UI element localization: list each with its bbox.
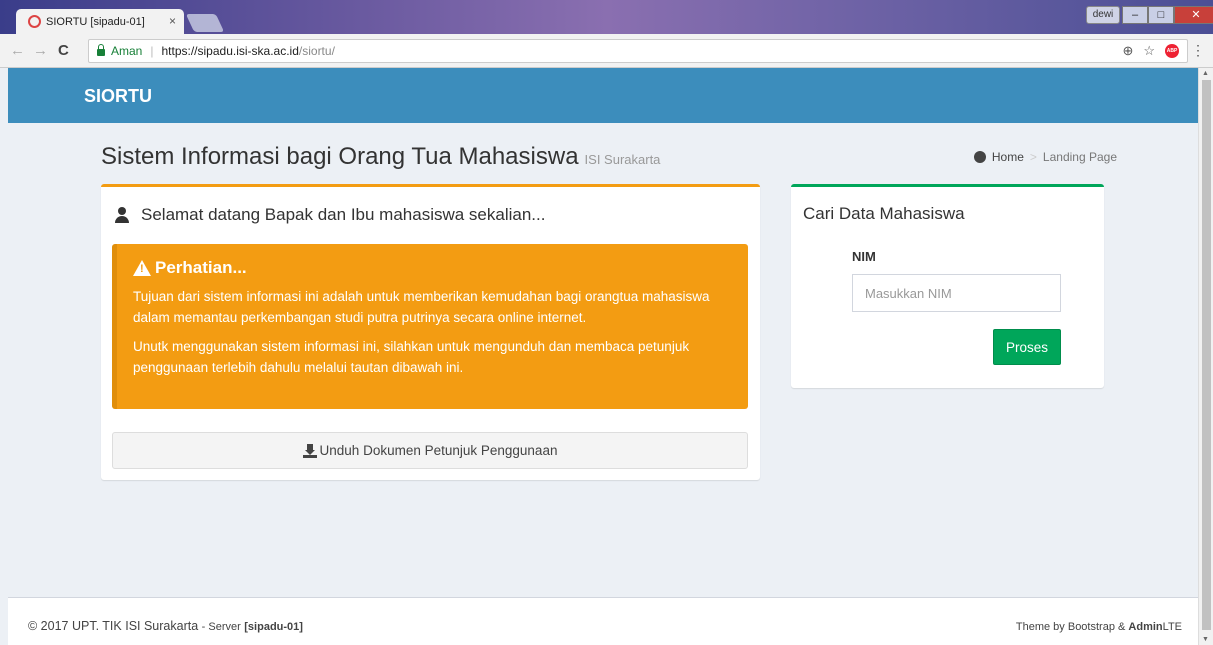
download-icon bbox=[302, 443, 317, 458]
page-subtitle: ISI Surakarta bbox=[584, 152, 661, 167]
theme-lte: LTE bbox=[1162, 621, 1182, 633]
search-box-title: Cari Data Mahasiswa bbox=[803, 204, 965, 223]
footer-copyright: © 2017 UPT. TIK ISI Surakarta - Server [… bbox=[28, 619, 303, 633]
download-guide-label: Unduh Dokumen Petunjuk Penggunaan bbox=[319, 443, 558, 458]
scroll-up-icon[interactable]: ▲ bbox=[1202, 70, 1209, 77]
callout-paragraph-1: Tujuan dari sistem informasi ini adalah … bbox=[133, 289, 710, 325]
breadcrumb-separator: > bbox=[1029, 150, 1037, 164]
zoom-icon[interactable]: ⊕ bbox=[1122, 43, 1133, 59]
bookmark-star-icon[interactable]: ☆ bbox=[1143, 43, 1155, 59]
browser-titlebar: SIORTU [sipadu-01] × dewi – □ ✕ bbox=[0, 0, 1213, 34]
dashboard-icon bbox=[973, 151, 986, 163]
address-separator: | bbox=[150, 44, 154, 58]
minimize-icon[interactable]: – bbox=[1122, 6, 1148, 24]
scroll-down-icon[interactable]: ▼ bbox=[1202, 636, 1209, 643]
main-footer: © 2017 UPT. TIK ISI Surakarta - Server [… bbox=[8, 597, 1198, 645]
theme-admin: Admin bbox=[1128, 621, 1163, 633]
url-host: https://sipadu.isi-ska.ac.id bbox=[161, 44, 299, 58]
tab-title: SIORTU [sipadu-01] bbox=[46, 15, 145, 28]
warning-icon bbox=[133, 260, 151, 276]
callout-paragraph-2: Unutk menggunakan sistem informasi ini, … bbox=[133, 339, 690, 375]
page-scrollbar[interactable]: ▲ ▼ bbox=[1198, 68, 1213, 645]
browser-toolbar: ← → C Aman | https://sipadu.isi-ska.ac.i… bbox=[0, 34, 1213, 68]
window-controls: – □ ✕ bbox=[1122, 6, 1213, 24]
search-student-box: Cari Data Mahasiswa NIM Proses bbox=[791, 184, 1104, 388]
reload-icon[interactable]: C bbox=[58, 42, 69, 59]
server-name: [sipadu-01] bbox=[244, 621, 303, 633]
page-title: Sistem Informasi bagi Orang Tua Mahasisw… bbox=[101, 143, 660, 171]
browser-tab[interactable]: SIORTU [sipadu-01] × bbox=[16, 9, 184, 34]
close-window-icon[interactable]: ✕ bbox=[1174, 6, 1213, 24]
lock-icon bbox=[97, 43, 105, 56]
maximize-icon[interactable]: □ bbox=[1148, 6, 1174, 24]
footer-theme-credit: Theme by Bootstrap & AdminLTE bbox=[1016, 621, 1182, 633]
theme-prefix: Theme by Bootstrap & bbox=[1015, 621, 1126, 633]
server-prefix: - Server bbox=[201, 621, 241, 633]
copyright-text: © 2017 UPT. TIK ISI Surakarta bbox=[28, 619, 199, 633]
nim-input[interactable] bbox=[852, 274, 1061, 312]
breadcrumb-home[interactable]: Home bbox=[992, 150, 1024, 164]
breadcrumb-current: Landing Page bbox=[1042, 150, 1117, 164]
new-tab-button[interactable] bbox=[185, 14, 225, 32]
forward-icon[interactable]: → bbox=[33, 42, 48, 59]
address-bar-icons: ⊕ ☆ ABP bbox=[1122, 43, 1179, 59]
breadcrumb: Home > Landing Page bbox=[973, 150, 1117, 164]
address-bar[interactable]: Aman | https://sipadu.isi-ska.ac.id /sio… bbox=[88, 39, 1188, 63]
nim-label: NIM bbox=[852, 249, 876, 264]
download-guide-button[interactable]: Unduh Dokumen Petunjuk Penggunaan bbox=[112, 432, 748, 469]
welcome-heading: Selamat datang Bapak dan Ibu mahasiswa s… bbox=[115, 205, 545, 225]
tab-close-icon[interactable]: × bbox=[169, 14, 176, 28]
welcome-heading-text: Selamat datang Bapak dan Ibu mahasiswa s… bbox=[141, 205, 546, 224]
user-icon bbox=[115, 207, 129, 223]
profile-button[interactable]: dewi bbox=[1086, 6, 1120, 24]
brand-logo[interactable]: SIORTU bbox=[84, 86, 152, 107]
browser-menu-icon[interactable]: ⋮ bbox=[1191, 42, 1205, 59]
callout-title: Perhatian... bbox=[133, 258, 734, 278]
scroll-thumb[interactable] bbox=[1202, 80, 1211, 630]
main-header: SIORTU bbox=[8, 68, 1198, 123]
page-title-text: Sistem Informasi bagi Orang Tua Mahasisw… bbox=[101, 143, 579, 170]
welcome-box: Selamat datang Bapak dan Ibu mahasiswa s… bbox=[101, 184, 760, 480]
url-path: /siortu/ bbox=[298, 44, 335, 58]
adblock-icon[interactable]: ABP bbox=[1165, 44, 1179, 58]
back-icon[interactable]: ← bbox=[10, 42, 25, 59]
favicon-icon bbox=[28, 15, 41, 28]
secure-label: Aman bbox=[111, 44, 143, 58]
proses-button[interactable]: Proses bbox=[993, 329, 1061, 365]
callout-title-text: Perhatian... bbox=[155, 258, 247, 277]
warning-callout: Perhatian... Tujuan dari sistem informas… bbox=[112, 244, 748, 409]
